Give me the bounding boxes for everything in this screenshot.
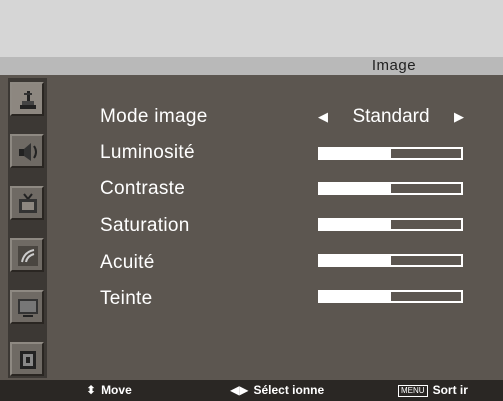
top-band <box>0 0 503 57</box>
brush-icon <box>20 91 36 109</box>
saturation-label: Saturation <box>100 215 190 236</box>
hint-move: ⬍ Move <box>86 380 132 401</box>
saturation-slider[interactable] <box>318 218 463 231</box>
up-down-arrow-icon: ⬍ <box>86 383 97 397</box>
brightness-slider-fill <box>320 149 391 158</box>
left-right-arrow-icon: ◀▶ <box>230 383 249 397</box>
contrast-label: Contraste <box>100 178 186 199</box>
mode-image-selector[interactable]: ◀ Standard ▶ <box>318 104 464 130</box>
hint-exit-label: Sort ir <box>432 383 468 397</box>
sidebar-item-screen[interactable] <box>10 290 44 324</box>
sidebar-rail <box>8 78 47 378</box>
osd-menu: Image Mode image ◀ Standard ▶ Luminosité… <box>0 0 503 401</box>
hint-select: ◀▶ Sélect ionne <box>230 380 324 401</box>
mode-image-value: Standard <box>352 106 430 127</box>
signal-icon <box>18 246 38 266</box>
sharpness-slider-fill <box>320 256 391 265</box>
sidebar-item-picture[interactable] <box>10 82 44 116</box>
sharpness-slider[interactable] <box>318 254 463 267</box>
mode-image-label: Mode image <box>100 106 208 127</box>
tv-antenna-icon <box>19 193 37 213</box>
hint-move-label: Move <box>101 383 132 397</box>
sidebar-item-memory[interactable] <box>10 342 44 376</box>
arrow-left-icon[interactable]: ◀ <box>318 104 328 130</box>
brightness-slider[interactable] <box>318 147 463 160</box>
tint-label: Teinte <box>100 288 153 309</box>
tint-slider-fill <box>320 292 391 301</box>
sidebar-item-channel[interactable] <box>10 186 44 220</box>
menu-key-icon: MENU <box>398 384 428 397</box>
hint-select-label: Sélect ionne <box>253 383 325 397</box>
sidebar-item-sound[interactable] <box>10 134 44 168</box>
arrow-right-icon[interactable]: ▶ <box>454 104 464 130</box>
screen-icon <box>18 299 38 317</box>
contrast-slider-fill <box>320 184 391 193</box>
contrast-slider[interactable] <box>318 182 463 195</box>
footer-hints: ⬍ Move ◀▶ Sélect ionne MENU Sort ir <box>0 380 503 401</box>
sharpness-label: Acuité <box>100 252 155 273</box>
brightness-label: Luminosité <box>100 142 195 163</box>
speaker-icon <box>19 143 37 161</box>
tint-slider[interactable] <box>318 290 463 303</box>
sidebar-item-signal[interactable] <box>10 238 44 272</box>
memory-icon <box>20 351 36 369</box>
hint-exit: MENU Sort ir <box>398 380 468 401</box>
menu-title: Image <box>371 57 417 74</box>
saturation-slider-fill <box>320 220 391 229</box>
